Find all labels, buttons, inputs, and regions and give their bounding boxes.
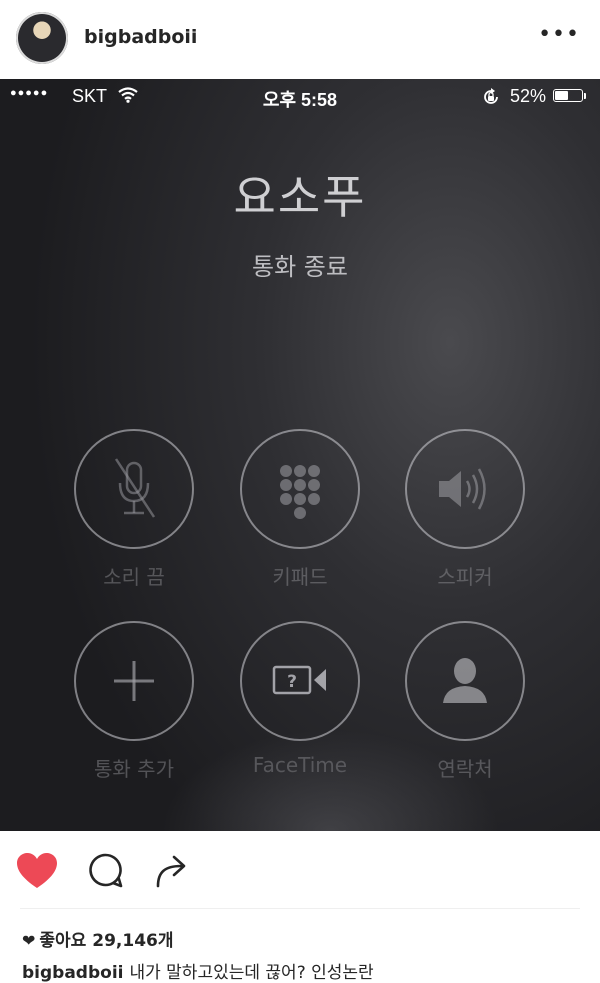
share-arrow-icon[interactable] xyxy=(155,852,191,894)
like-count[interactable]: ❤ 좋아요 29,146개 xyxy=(22,926,174,951)
caption-username[interactable]: bigbadboii xyxy=(22,963,123,983)
keypad-button[interactable] xyxy=(240,429,360,549)
caller-name: 요소푸 xyxy=(233,170,367,224)
facetime-icon: ? xyxy=(272,665,326,695)
post-caption: bigbadboii 내가 말하고있는데 끊어? 인성논란 xyxy=(22,958,374,983)
speaker-icon xyxy=(439,468,486,510)
more-options-icon[interactable]: ••• xyxy=(538,22,580,47)
small-heart-icon: ❤ xyxy=(22,931,36,950)
mute-microphone-icon xyxy=(114,458,156,518)
add-call-label: 통화 추가 xyxy=(94,757,174,781)
keypad-icon xyxy=(280,465,320,519)
add-call-button[interactable] xyxy=(74,621,194,741)
post-username[interactable]: bigbadboii xyxy=(84,26,197,48)
mute-button[interactable] xyxy=(74,429,194,549)
svg-text:?: ? xyxy=(287,672,297,692)
avatar[interactable] xyxy=(16,12,68,64)
battery-icon xyxy=(553,89,583,102)
post-header: bigbadboii ••• xyxy=(0,0,600,78)
contacts-label: 연락처 xyxy=(437,757,493,781)
contacts-button[interactable] xyxy=(405,621,525,741)
likes-text: 좋아요 29,146개 xyxy=(39,931,174,951)
battery-terminal xyxy=(584,93,586,99)
facetime-button[interactable]: ? xyxy=(240,621,360,741)
contacts-icon xyxy=(443,658,487,703)
speaker-button[interactable] xyxy=(405,429,525,549)
mute-label: 소리 끔 xyxy=(103,565,165,589)
comment-bubble-icon[interactable] xyxy=(86,852,124,894)
divider xyxy=(20,908,580,909)
post-image[interactable]: ●●●●● SKT 오후 5:58 52% 요소푸 통화 종료 소리 끔 키패드… xyxy=(0,79,600,831)
status-bar: ●●●●● SKT 오후 5:58 52% xyxy=(0,79,600,113)
battery-level xyxy=(555,91,568,100)
speaker-label: 스피커 xyxy=(437,565,493,589)
rotation-lock-icon xyxy=(481,87,501,112)
facetime-label: FaceTime xyxy=(252,753,348,777)
battery-percent: 52% xyxy=(510,86,547,106)
post-actions xyxy=(0,832,600,908)
caption-text: 내가 말하고있는데 끊어? 인성논란 xyxy=(129,963,374,983)
call-status: 통화 종료 xyxy=(252,253,348,281)
like-heart-icon[interactable] xyxy=(16,852,58,894)
add-call-icon xyxy=(114,661,154,701)
keypad-label: 키패드 xyxy=(272,565,328,589)
